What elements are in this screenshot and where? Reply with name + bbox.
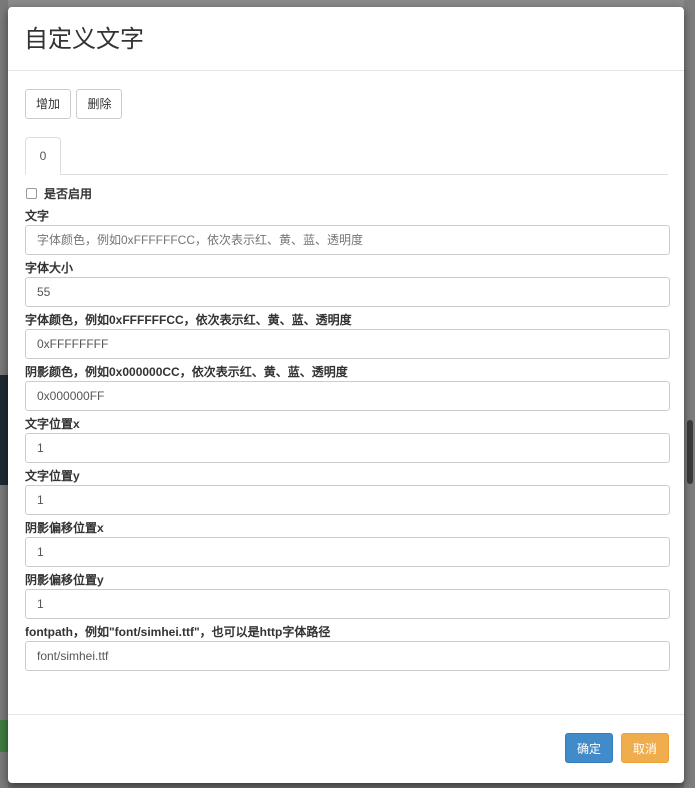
text-label: 文字 — [25, 209, 50, 223]
text-position-x-input[interactable] — [25, 433, 670, 463]
page-scrollbar[interactable] — [684, 0, 695, 788]
confirm-button[interactable]: 确定 — [565, 733, 613, 763]
custom-text-modal: 自定义文字 增加 删除 0 是否启用 文字 字体大小 字体颜色，例如0xFFFF… — [8, 7, 684, 783]
delete-button[interactable]: 删除 — [76, 89, 123, 119]
enable-checkbox[interactable] — [26, 187, 37, 199]
shadow-offset-x-input[interactable] — [25, 537, 670, 567]
fontpath-input[interactable] — [25, 641, 670, 671]
background-left-image — [0, 375, 8, 485]
enable-label: 是否启用 — [44, 186, 93, 201]
modal-body: 增加 删除 0 是否启用 文字 字体大小 字体颜色，例如0xFFFFFFCC，依… — [8, 71, 684, 671]
page-scrollbar-thumb[interactable] — [687, 420, 693, 484]
font-color-label: 字体颜色，例如0xFFFFFFCC，依次表示红、黄、蓝、透明度 — [25, 313, 352, 327]
tab-bar: 0 — [25, 137, 668, 175]
modal-footer: 确定 取消 — [8, 714, 684, 783]
form-fields: 文字 字体大小 字体颜色，例如0xFFFFFFCC，依次表示红、黄、蓝、透明度 … — [25, 207, 670, 671]
add-button[interactable]: 增加 — [25, 89, 72, 119]
shadow-offset-y-label: 阴影偏移位置y — [25, 573, 104, 587]
toolbar: 增加 删除 — [25, 89, 668, 119]
enable-row: 是否启用 — [25, 183, 668, 203]
text-position-y-input[interactable] — [25, 485, 670, 515]
shadow-color-label: 阴影颜色，例如0x000000CC，依次表示红、黄、蓝、透明度 — [25, 365, 348, 379]
text-position-x-label: 文字位置x — [25, 417, 80, 431]
text-position-y-label: 文字位置y — [25, 469, 80, 483]
fontpath-label: fontpath，例如"font/simhei.ttf"，也可以是http字体路… — [25, 625, 331, 639]
text-input[interactable] — [25, 225, 670, 255]
modal-title: 自定义文字 — [24, 25, 144, 53]
modal-header: 自定义文字 — [8, 7, 684, 71]
tab-0[interactable]: 0 — [25, 137, 61, 175]
shadow-color-input[interactable] — [25, 381, 670, 411]
font-size-label: 字体大小 — [25, 261, 74, 275]
cancel-button[interactable]: 取消 — [621, 733, 669, 763]
shadow-offset-x-label: 阴影偏移位置x — [25, 521, 104, 535]
font-color-input[interactable] — [25, 329, 670, 359]
shadow-offset-y-input[interactable] — [25, 589, 670, 619]
background-left-button — [0, 720, 8, 752]
font-size-input[interactable] — [25, 277, 670, 307]
